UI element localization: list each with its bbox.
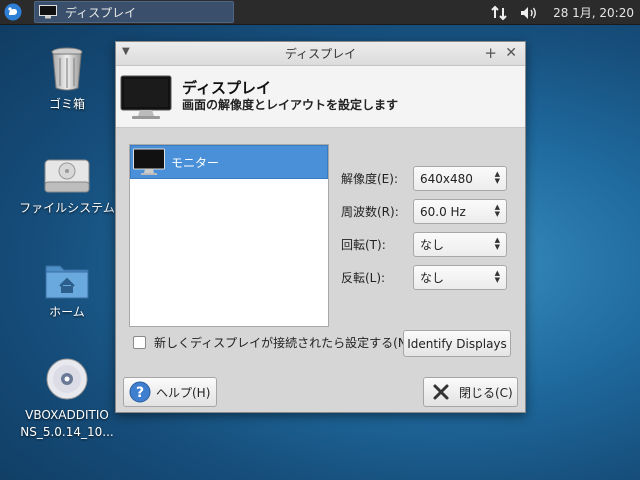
monitor-name: モニター	[171, 155, 220, 170]
select-value: 640x480	[420, 171, 473, 186]
resolution-select[interactable]: 640x480 ▲ ▼	[413, 166, 507, 191]
refresh-rate-select[interactable]: 60.0 Hz ▲ ▼	[413, 199, 507, 224]
updown-arrows-icon: ▲ ▼	[494, 203, 500, 218]
select-value: 60.0 Hz	[420, 204, 466, 219]
desktop-icon-label-line1: VBOXADDITIO	[25, 408, 109, 422]
rotation-select[interactable]: なし ▲ ▼	[413, 232, 507, 257]
setting-label: 反転(L):	[341, 271, 386, 285]
setting-refresh-rate: 周波数(R): 60.0 Hz ▲ ▼	[341, 198, 507, 225]
monitor-list[interactable]: モニター	[129, 144, 329, 327]
auto-configure-label: 新しくディスプレイが接続されたら設定する(N)	[154, 336, 412, 350]
monitor-icon	[133, 148, 165, 175]
svg-text:?: ?	[136, 385, 144, 401]
system-tray: 28 1月, 20:20	[485, 0, 640, 25]
setting-reflection: 反転(L): なし ▲ ▼	[341, 264, 507, 291]
header-title: ディスプレイ	[182, 79, 271, 97]
setting-resolution: 解像度(E): 640x480 ▲ ▼	[341, 165, 507, 192]
monitor-icon	[120, 75, 172, 119]
help-icon: ?	[129, 381, 151, 403]
close-button-label: 閉じる(C)	[459, 385, 513, 400]
desktop-icon-label: ホーム	[49, 305, 85, 319]
maximize-icon[interactable]: +	[484, 44, 497, 62]
desktop-icon-label: ゴミ箱	[48, 97, 85, 111]
setting-label: 周波数(R):	[341, 205, 399, 219]
close-x-icon	[433, 384, 449, 400]
auto-configure-row[interactable]: 新しくディスプレイが接続されたら設定する(N)	[133, 334, 412, 351]
desktop-icon-trash[interactable]: ゴミ箱	[17, 46, 117, 113]
updown-arrows-icon: ▲ ▼	[494, 170, 500, 185]
taskbar-window-display[interactable]: ディスプレイ	[34, 1, 234, 23]
setting-label: 回転(T):	[341, 238, 386, 252]
desktop-icon-label-line2: NS_5.0.14_10...	[20, 425, 114, 439]
header-subtitle: 画面の解像度とレイアウトを設定します	[182, 98, 399, 112]
taskbar-window-title: ディスプレイ	[65, 5, 137, 20]
volume-icon[interactable]	[519, 5, 539, 21]
dialog-content: モニター 解像度(E): 640x480 ▲ ▼ 周波数(R): 60.0 Hz …	[116, 128, 525, 413]
cd-icon	[46, 358, 88, 400]
identify-displays-button[interactable]: Identify Displays	[403, 330, 511, 357]
display-dialog: ▼ ディスプレイ + ✕ ディスプレイ 画面の解像度とレイアウトを設定します モ…	[115, 41, 526, 413]
select-value: なし	[420, 271, 445, 285]
xfce-mouse-icon	[4, 3, 21, 21]
help-button[interactable]: ? ヘルプ(H)	[123, 377, 217, 407]
select-value: なし	[420, 238, 445, 252]
dialog-header: ディスプレイ 画面の解像度とレイアウトを設定します	[116, 66, 525, 128]
desktop-icon-filesystem[interactable]: ファイルシステム	[17, 156, 117, 217]
close-icon[interactable]: ✕	[505, 45, 517, 61]
window-menu-icon[interactable]: ▼	[122, 46, 130, 57]
setting-label: 解像度(E):	[341, 172, 398, 186]
top-panel: ディスプレイ 28 1月, 20:20	[0, 0, 640, 25]
whisker-menu-button[interactable]	[0, 0, 25, 25]
hard-drive-icon	[44, 159, 90, 193]
clock[interactable]: 28 1月, 20:20	[553, 4, 634, 21]
network-icon[interactable]	[491, 5, 507, 21]
monitor-list-item[interactable]: モニター	[130, 145, 328, 179]
monitor-icon	[39, 5, 57, 19]
updown-arrows-icon: ▲ ▼	[494, 269, 500, 284]
setting-rotation: 回転(T): なし ▲ ▼	[341, 231, 507, 258]
close-button[interactable]: 閉じる(C)	[423, 377, 518, 407]
window-title: ディスプレイ	[284, 47, 357, 61]
window-titlebar[interactable]: ▼ ディスプレイ + ✕	[116, 42, 525, 66]
desktop-icon-label: ファイルシステム	[19, 201, 115, 215]
home-folder-icon	[45, 265, 89, 299]
desktop-icon-home[interactable]: ホーム	[17, 260, 117, 321]
desktop-icon-vboxadditions[interactable]: VBOXADDITIO NS_5.0.14_10...	[17, 357, 117, 441]
display-settings: 解像度(E): 640x480 ▲ ▼ 周波数(R): 60.0 Hz ▲ ▼ 回転…	[341, 165, 507, 297]
reflection-select[interactable]: なし ▲ ▼	[413, 265, 507, 290]
help-button-label: ヘルプ(H)	[156, 385, 211, 400]
updown-arrows-icon: ▲ ▼	[494, 236, 500, 251]
auto-configure-checkbox[interactable]	[133, 336, 146, 349]
trash-icon	[51, 47, 83, 91]
